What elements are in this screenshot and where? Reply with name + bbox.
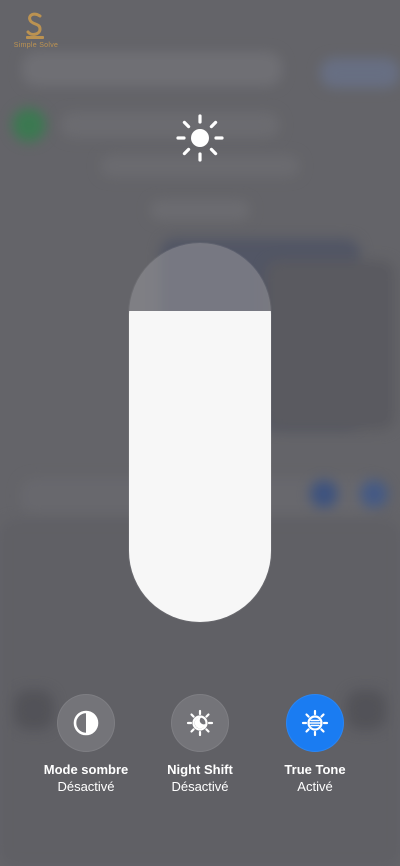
brightness-slider[interactable] <box>129 243 271 622</box>
true-tone-button[interactable] <box>286 694 344 752</box>
logo-mark-icon <box>26 12 44 39</box>
true-tone-icon <box>301 709 329 737</box>
true-tone-state: Activé <box>297 779 333 794</box>
dark-mode-label: Mode sombre <box>43 762 129 777</box>
true-tone-control[interactable]: True Tone Activé <box>255 694 375 795</box>
dark-mode-button[interactable] <box>57 694 115 752</box>
brightness-sun-icon <box>176 114 224 162</box>
dark-mode-icon <box>73 710 99 736</box>
night-shift-label: Night Shift <box>167 762 233 777</box>
night-shift-button[interactable] <box>171 694 229 752</box>
brightness-slider-fill <box>129 311 271 622</box>
night-shift-control[interactable]: Night Shift Désactivé <box>140 694 260 795</box>
dark-mode-control[interactable]: Mode sombre Désactivé <box>26 694 146 795</box>
dark-mode-state: Désactivé <box>57 779 115 794</box>
watermark-text: Simple Solve <box>13 42 59 49</box>
night-shift-icon <box>186 709 214 737</box>
watermark-logo: Simple Solve <box>6 8 66 54</box>
true-tone-label: True Tone <box>284 762 346 777</box>
night-shift-state: Désactivé <box>171 779 229 794</box>
